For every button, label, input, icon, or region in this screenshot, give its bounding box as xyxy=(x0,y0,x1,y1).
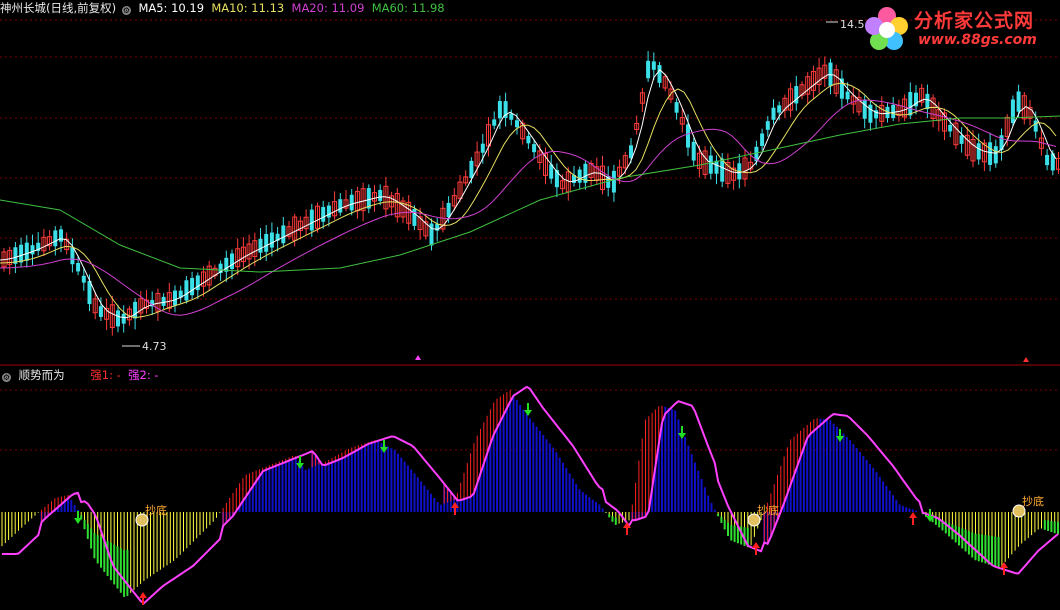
candle-body xyxy=(469,160,474,179)
candle-body xyxy=(98,306,103,317)
candle-body xyxy=(492,119,497,126)
candle-body xyxy=(309,209,314,231)
bottom-fishing-label: 抄底 xyxy=(757,503,779,517)
candle-body xyxy=(258,238,263,253)
candle-body xyxy=(646,60,651,79)
candle-body xyxy=(30,245,35,255)
candle-body xyxy=(378,189,383,201)
candle-body xyxy=(651,61,656,70)
flower-logo-icon xyxy=(865,7,908,50)
candle-body xyxy=(611,170,616,193)
candle-body xyxy=(948,124,953,132)
candle-body xyxy=(1033,120,1038,132)
buy-arrow-icon xyxy=(139,592,147,598)
candle-body xyxy=(760,133,765,146)
indicator-legend: ⚙ 顺势而为 强1: - 强2: - xyxy=(0,368,159,382)
candle-body xyxy=(674,102,679,113)
candle-body xyxy=(868,104,873,123)
high-price-label: 14.5 xyxy=(840,18,865,31)
candle-body xyxy=(765,121,770,130)
candle-body xyxy=(509,113,514,120)
logo-url: www.88gs.com xyxy=(918,32,1037,48)
bottom-fishing-label: 抄底 xyxy=(145,503,167,517)
candle-body xyxy=(190,277,195,296)
candle-body xyxy=(771,107,776,120)
candle-body xyxy=(908,92,913,116)
ma20-label: MA20: 11.09 xyxy=(291,1,365,15)
candle-body xyxy=(845,91,850,100)
candle-body xyxy=(76,262,81,272)
candle-body xyxy=(708,155,713,174)
candle-body xyxy=(532,144,537,153)
ma60-label: MA60: 11.98 xyxy=(371,1,445,15)
candle-body xyxy=(326,205,331,218)
candle-body xyxy=(1016,91,1021,112)
candle-body xyxy=(497,101,502,119)
stock-title: 神州长城(日线,前复权) xyxy=(0,1,117,15)
candle-body xyxy=(24,242,29,261)
candle-body xyxy=(959,135,964,144)
candle-body xyxy=(862,99,867,119)
ma10-label: MA10: 11.13 xyxy=(211,1,285,15)
candle-body xyxy=(70,247,75,265)
candle-body xyxy=(657,65,662,83)
buy-arrow-icon xyxy=(752,542,760,548)
sell-arrow-icon xyxy=(524,410,532,416)
candle-body xyxy=(269,232,274,248)
site-logo: 分析家公式网 www.88gs.com xyxy=(862,4,1052,54)
candle-body xyxy=(281,225,286,244)
candle-body xyxy=(59,229,63,242)
sell-arrow-icon xyxy=(74,518,82,524)
candle-body xyxy=(526,135,531,144)
candle-body xyxy=(321,207,326,222)
candle-body xyxy=(173,290,177,306)
candle-body xyxy=(1010,99,1015,124)
candle-body xyxy=(19,244,24,263)
candle-body xyxy=(515,120,519,128)
candle-body xyxy=(777,105,782,113)
strong1-label: 强1: - xyxy=(90,368,121,382)
chart-canvas: 4.7314.5抄底 抄底抄底 xyxy=(0,18,1060,605)
candle-body xyxy=(480,143,485,153)
logo-title: 分析家公式网 xyxy=(914,10,1035,32)
candle-body xyxy=(161,296,166,306)
candle-body xyxy=(554,170,559,188)
candle-body xyxy=(714,160,719,174)
candle-body xyxy=(116,310,120,327)
candle-body xyxy=(121,313,126,324)
candle-body xyxy=(891,104,896,119)
candle-body xyxy=(184,280,189,301)
candle-body xyxy=(1045,154,1050,166)
candle-body xyxy=(925,93,930,110)
low-price-label: 4.73 xyxy=(142,340,167,353)
ma5-label: MA5: 10.19 xyxy=(138,1,205,15)
candle-body xyxy=(81,275,86,283)
strong2-label: 强2: - xyxy=(128,368,159,382)
bottom-fishing-label: 抄底 xyxy=(1022,494,1044,508)
candle-body xyxy=(976,143,981,160)
ma5-line xyxy=(0,69,1057,319)
candle-body xyxy=(577,169,582,183)
candle-body xyxy=(412,208,417,226)
settings-dot-icon[interactable]: ⚙ xyxy=(121,6,131,15)
candle-body xyxy=(686,124,690,148)
candle-body xyxy=(446,202,451,218)
candle-body xyxy=(993,146,998,164)
candle-body xyxy=(349,194,354,211)
ma10-line xyxy=(0,82,1057,318)
candle-body xyxy=(264,234,269,252)
settings-dot-icon[interactable]: ⚙ xyxy=(2,373,11,382)
candle-body xyxy=(53,230,58,247)
indicator-title: 顺势而为 xyxy=(18,368,65,382)
candle-body xyxy=(338,199,343,213)
candle-body xyxy=(133,301,138,319)
candle-body xyxy=(230,253,234,270)
period-marker-icon xyxy=(1023,357,1029,362)
main-chart-legend: 神州长城(日线,前复权) ⚙ MA5: 10.19 MA10: 11.13 MA… xyxy=(0,1,445,15)
candle-body xyxy=(691,141,696,161)
buy-arrow-icon xyxy=(1000,562,1008,568)
period-marker-icon xyxy=(415,355,421,360)
candle-body xyxy=(988,142,993,165)
buy-arrow-icon xyxy=(909,512,917,518)
